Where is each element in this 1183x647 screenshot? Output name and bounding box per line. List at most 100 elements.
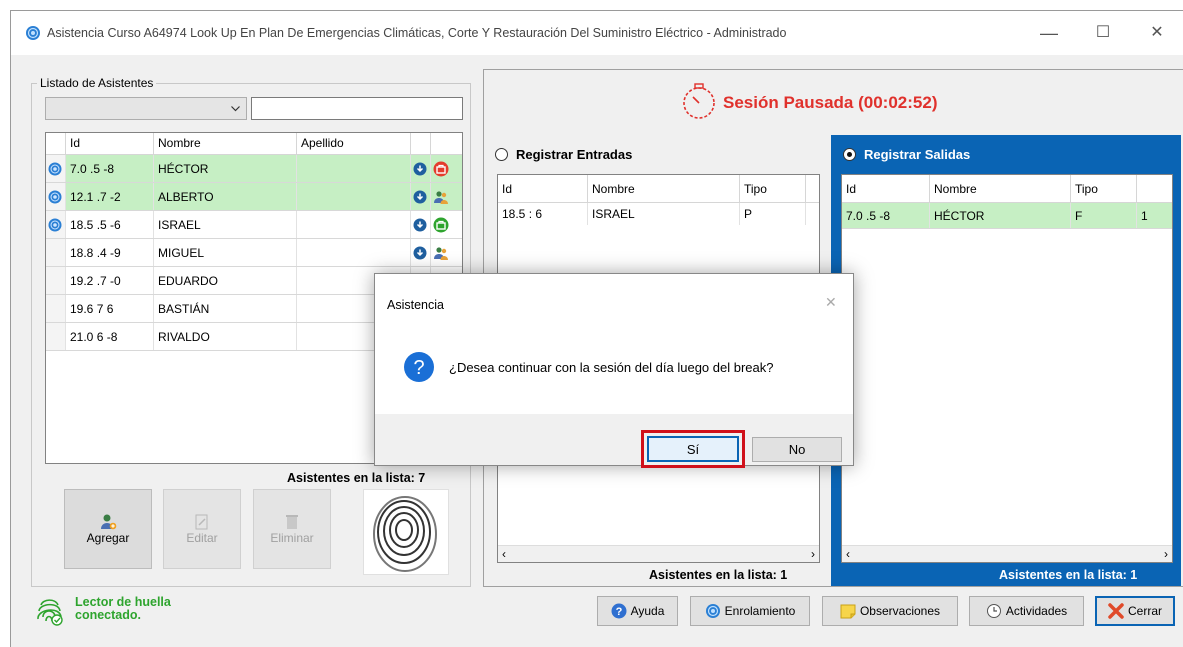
fingerprint-enrolled-icon — [48, 190, 62, 203]
attendee-row[interactable]: 12.1 .7 -2 ALBERTO — [46, 183, 462, 211]
note-icon — [840, 604, 856, 619]
scroll-left-icon[interactable]: ‹ — [502, 547, 506, 561]
register-exits-radio[interactable]: Registrar Salidas — [843, 147, 970, 162]
entries-row-tipo: P — [740, 203, 806, 225]
entries-header-id[interactable]: Id — [498, 175, 588, 202]
notes-button[interactable]: Observaciones — [822, 596, 958, 626]
enroll-globe-icon — [705, 604, 720, 618]
help-icon: ? — [611, 603, 627, 619]
chevron-down-icon — [231, 106, 240, 112]
question-icon: ? — [404, 352, 434, 382]
attendee-nombre: BASTIÁN — [154, 295, 297, 322]
delete-button-label: Eliminar — [270, 531, 314, 545]
attendees-table-header: Id Nombre Apellido — [46, 133, 462, 155]
header-status-col — [46, 133, 66, 154]
exits-row-id: 7.0 .5 -8 — [842, 203, 930, 228]
download-action[interactable] — [411, 183, 431, 210]
exits-row[interactable]: 7.0 .5 -8 HÉCTOR F 1 — [842, 203, 1172, 229]
attendee-nombre: RIVALDO — [154, 323, 297, 350]
entries-radio-dot — [495, 148, 508, 161]
attendees-group-title: Listado de Asistentes — [37, 76, 157, 90]
dialog-title: Asistencia — [387, 298, 444, 312]
attendee-row[interactable]: 18.5 .5 -6 ISRAEL — [46, 211, 462, 239]
no-button[interactable]: No — [752, 437, 842, 462]
search-input[interactable] — [251, 97, 463, 120]
delete-button[interactable]: Eliminar — [253, 489, 331, 569]
close-button[interactable]: Cerrar — [1095, 596, 1175, 626]
exits-header-tipo[interactable]: Tipo — [1071, 175, 1137, 202]
reader-status: Lector de huella conectado. — [75, 595, 171, 622]
scroll-right-icon[interactable]: › — [811, 547, 815, 561]
row-status-cell — [46, 155, 66, 182]
status-action[interactable] — [431, 155, 453, 182]
trash-icon — [286, 515, 298, 529]
download-action[interactable] — [411, 239, 431, 266]
entries-table-header: Id Nombre Tipo — [498, 175, 819, 203]
dialog-close-button[interactable]: ✕ — [825, 294, 837, 311]
user-group-icon — [434, 190, 448, 204]
help-button-label: Ayuda — [630, 604, 665, 618]
status-action[interactable] — [431, 239, 453, 266]
attendee-nombre: ISRAEL — [154, 211, 297, 238]
close-x-icon — [1108, 603, 1124, 619]
cloud-download-icon — [413, 218, 427, 231]
entries-row-nombre: ISRAEL — [588, 203, 740, 225]
attendee-row[interactable]: 18.8 .4 -9 MIGUEL — [46, 239, 462, 267]
attendee-id: 19.6 7 6 — [66, 295, 154, 322]
download-action[interactable] — [411, 211, 431, 238]
minimize-button[interactable]: — — [1027, 17, 1071, 49]
help-button[interactable]: ? Ayuda — [597, 596, 678, 626]
cloud-download-icon — [413, 190, 427, 203]
status-action[interactable] — [431, 183, 453, 210]
filter-combo[interactable] — [45, 97, 247, 120]
maximize-button[interactable]: ☐ — [1081, 17, 1125, 49]
fingerprint-enrolled-icon — [48, 218, 62, 231]
add-button[interactable]: Agregar — [64, 489, 152, 569]
attendee-apellido — [297, 155, 411, 182]
scroll-right-icon[interactable]: › — [1164, 547, 1168, 561]
confirm-dialog: Asistencia ✕ ? ¿Desea continuar con la s… — [374, 273, 854, 468]
entries-row[interactable]: 18.5 : 6 ISRAEL P — [498, 203, 819, 225]
attendee-apellido — [297, 239, 411, 266]
entries-header-tipo[interactable]: Tipo — [740, 175, 806, 202]
header-apellido[interactable]: Apellido — [297, 133, 411, 154]
exit-status-icon — [433, 161, 449, 176]
enter-status-icon — [433, 217, 449, 232]
attendee-id: 12.1 .7 -2 — [66, 183, 154, 210]
edit-button[interactable]: Editar — [163, 489, 241, 569]
enroll-button[interactable]: Enrolamiento — [690, 596, 810, 626]
scroll-left-icon[interactable]: ‹ — [846, 547, 850, 561]
attendee-apellido — [297, 211, 411, 238]
window-title: Asistencia Curso A64974 Look Up En Plan … — [47, 26, 787, 40]
exits-radio-label: Registrar Salidas — [864, 147, 971, 162]
exits-header-id[interactable]: Id — [842, 175, 930, 202]
header-nombre[interactable]: Nombre — [154, 133, 297, 154]
yes-button[interactable]: Sí — [647, 436, 739, 462]
header-id[interactable]: Id — [66, 133, 154, 154]
fingerprint-reader-icon — [37, 599, 63, 626]
activities-button[interactable]: Actividades — [969, 596, 1084, 626]
clock-icon — [986, 604, 1001, 618]
status-action[interactable] — [431, 211, 453, 238]
header-action-1 — [411, 133, 431, 154]
attendee-nombre: HÉCTOR — [154, 155, 297, 182]
download-action[interactable] — [411, 155, 431, 182]
exits-table: Id Nombre Tipo 7.0 .5 -8 HÉCTOR F 1 ‹ › — [841, 174, 1173, 563]
dialog-message: ¿Desea continuar con la sesión del día l… — [449, 360, 774, 375]
attendee-nombre: EDUARDO — [154, 267, 297, 294]
entries-hscrollbar[interactable]: ‹ › — [498, 545, 819, 562]
fingerprint-icon — [373, 496, 437, 572]
entries-header-nombre[interactable]: Nombre — [588, 175, 740, 202]
row-status-cell — [46, 267, 66, 294]
attendee-id: 21.0 6 -8 — [66, 323, 154, 350]
app-globe-icon — [26, 26, 40, 40]
exits-hscrollbar[interactable]: ‹ › — [842, 545, 1172, 562]
exits-row-nombre: HÉCTOR — [930, 203, 1071, 228]
close-window-button[interactable]: ✕ — [1135, 17, 1179, 49]
attendee-row[interactable]: 7.0 .5 -8 HÉCTOR — [46, 155, 462, 183]
row-status-cell — [46, 295, 66, 322]
header-action-2 — [431, 133, 453, 154]
exits-header-nombre[interactable]: Nombre — [930, 175, 1071, 202]
user-group-icon — [434, 246, 448, 260]
register-entries-radio[interactable]: Registrar Entradas — [495, 147, 632, 162]
